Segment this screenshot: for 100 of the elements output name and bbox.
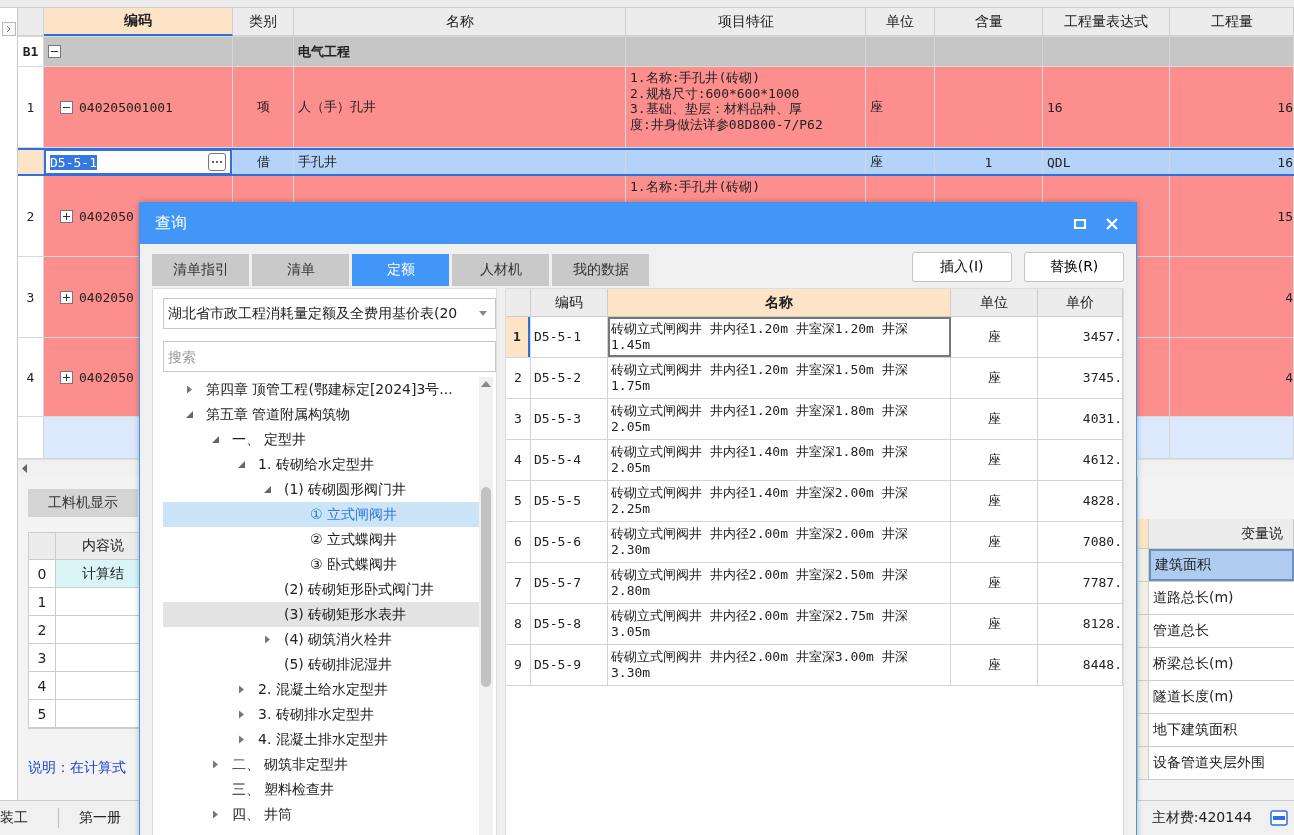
replace-button[interactable]: 替换(R) xyxy=(1024,252,1124,282)
tab[interactable]: 清单 xyxy=(252,254,349,286)
tree-item[interactable]: 4. 混凝土排水定型井 xyxy=(163,727,479,752)
table-cell: 4 xyxy=(1170,257,1294,337)
tree-item[interactable]: 第四章 顶管工程(鄂建标定[2024]3号... xyxy=(163,377,479,402)
row-number: 3 xyxy=(18,257,44,337)
insert-button[interactable]: 插入(I) xyxy=(912,252,1012,282)
tree-item[interactable]: (4) 砌筑消火栓井 xyxy=(163,627,479,652)
expand-icon[interactable] xyxy=(60,290,73,304)
row-number[interactable]: 3 xyxy=(506,399,530,439)
status-item[interactable]: 装工 xyxy=(0,809,46,827)
code-field[interactable]: D5-5-1 xyxy=(44,150,232,174)
tree-item[interactable]: (5) 砖砌排泥湿井 xyxy=(163,652,479,677)
column-header[interactable]: 工程量表达式 xyxy=(1043,8,1170,36)
table-cell: 砖砌立式闸阀井 井内径1.20m 井室深1.20m 井深 1.45m xyxy=(608,317,951,357)
table-cell: 砖砌立式闸阀井 井内径2.00m 井室深2.75m 井深 3.05m xyxy=(608,604,951,644)
expanded-arrow-icon[interactable] xyxy=(238,460,246,469)
expanded-arrow-icon[interactable] xyxy=(186,410,194,419)
scroll-up-icon[interactable] xyxy=(481,381,491,387)
collapsed-arrow-icon[interactable] xyxy=(238,685,246,694)
variable-item[interactable]: 建筑面积 xyxy=(1149,549,1294,581)
column-header[interactable]: 类别 xyxy=(233,8,294,36)
scroll-left-icon[interactable] xyxy=(22,464,28,473)
panel-icon[interactable] xyxy=(1270,810,1288,826)
dots-icon xyxy=(211,160,223,164)
collapsed-arrow-icon[interactable] xyxy=(238,710,246,719)
tree-item[interactable]: 一、 定型井 xyxy=(163,427,479,452)
row-number[interactable]: 4 xyxy=(506,440,530,480)
column-header[interactable]: 单位 xyxy=(866,8,935,36)
column-header[interactable]: 名称 xyxy=(608,289,951,316)
collapsed-arrow-icon[interactable] xyxy=(264,635,272,644)
tree-item[interactable]: 1. 砖砌给水定型井 xyxy=(163,452,479,477)
table-cell: 3457. xyxy=(1038,317,1123,357)
tree-item[interactable]: 三、 塑料检查井 xyxy=(163,777,479,802)
table-cell: 砖砌立式闸阀井 井内径2.00m 井室深2.00m 井深 2.30m xyxy=(608,522,951,562)
dropdown-caret-icon[interactable] xyxy=(479,311,487,316)
table-cell: 砖砌立式闸阀井 井内径1.20m 井室深1.50m 井深 1.75m xyxy=(608,358,951,398)
tree-item[interactable]: 3. 砖砌排水定型井 xyxy=(163,702,479,727)
table-cell: D5-5-9 xyxy=(531,645,608,685)
collapsed-arrow-icon[interactable] xyxy=(212,760,220,769)
row-number[interactable]: 1 xyxy=(506,317,530,357)
expand-icon[interactable] xyxy=(60,209,73,223)
row-number[interactable]: 2 xyxy=(506,358,530,398)
tree-item[interactable]: (3) 砖砌矩形水表井 xyxy=(163,602,479,627)
row-number: 4 xyxy=(18,338,44,416)
collapse-icon[interactable] xyxy=(48,45,61,58)
table-cell: 16 xyxy=(1170,150,1294,174)
more-button[interactable] xyxy=(208,153,226,171)
table-cell: 4 xyxy=(1170,338,1294,416)
table-cell: 4612. xyxy=(1038,440,1123,480)
row-number[interactable]: 8 xyxy=(506,604,530,644)
library-dropdown[interactable]: 湖北省市政工程消耗量定额及全费用基价表(20 xyxy=(163,298,496,329)
collapsed-arrow-icon[interactable] xyxy=(186,385,194,394)
table-cell: 项 xyxy=(233,67,294,147)
table-cell: 砖砌立式闸阀井 井内径1.40m 井室深2.00m 井深 2.25m xyxy=(608,481,951,521)
row-number[interactable]: 5 xyxy=(506,481,530,521)
expanded-arrow-icon[interactable] xyxy=(264,485,272,494)
column-header[interactable]: 含量 xyxy=(935,8,1043,36)
tree-item[interactable]: 第五章 管道附属构筑物 xyxy=(163,402,479,427)
table-cell: D5-5-7 xyxy=(531,563,608,603)
tree-item[interactable]: 2. 混凝土给水定型井 xyxy=(163,677,479,702)
column-header[interactable]: 编码 xyxy=(44,8,233,36)
table-cell: 手孔井 xyxy=(294,150,626,174)
tab[interactable]: 我的数据 xyxy=(552,254,649,286)
table-cell: 7787. xyxy=(1038,563,1123,603)
status-item[interactable]: 第一册 xyxy=(79,809,139,827)
table-cell: 8128. xyxy=(1038,604,1123,644)
collapse-icon[interactable] xyxy=(60,100,73,114)
column-header[interactable]: 单价 xyxy=(1038,289,1123,316)
row-number[interactable]: 9 xyxy=(506,645,530,685)
collapsed-arrow-icon[interactable] xyxy=(238,735,246,744)
group-title: 电气工程 xyxy=(294,37,626,66)
column-header[interactable]: 工程量 xyxy=(1170,8,1294,36)
tree-item[interactable]: (1) 砖砌圆形阀门井 xyxy=(163,477,479,502)
row-number: 5 xyxy=(29,700,56,727)
expand-panel-button[interactable] xyxy=(1,22,16,36)
vertical-scrollbar[interactable] xyxy=(479,377,493,835)
column-header[interactable]: 项目特征 xyxy=(626,8,866,36)
row-header-cell xyxy=(18,150,44,174)
tree-item[interactable]: 四、 井筒 xyxy=(163,802,479,827)
dialog-title: 查询 xyxy=(155,213,188,234)
row-number[interactable]: 6 xyxy=(506,522,530,562)
table-cell: 座 xyxy=(866,67,935,147)
column-header[interactable]: 名称 xyxy=(294,8,626,36)
item-code: 040205001001 xyxy=(79,99,173,115)
table-cell: 座 xyxy=(866,150,935,174)
collapsed-arrow-icon[interactable] xyxy=(212,810,220,819)
expanded-arrow-icon[interactable] xyxy=(212,435,220,444)
tab[interactable]: 工料机显示 xyxy=(28,489,138,517)
table-cell: 座 xyxy=(951,399,1038,439)
tree-item[interactable]: 二、 砌筑非定型井 xyxy=(163,752,479,777)
note-text: 说明：在计算式 xyxy=(28,759,126,777)
table-cell: 座 xyxy=(951,645,1038,685)
expand-icon[interactable] xyxy=(60,370,73,384)
column-header[interactable]: 编码 xyxy=(531,289,608,316)
row-number[interactable]: 7 xyxy=(506,563,530,603)
search-field[interactable]: 搜索 xyxy=(163,341,496,372)
column-header[interactable]: 单位 xyxy=(951,289,1038,316)
tab[interactable]: 清单指引 xyxy=(152,254,249,286)
tab[interactable]: 人材机 xyxy=(452,254,549,286)
